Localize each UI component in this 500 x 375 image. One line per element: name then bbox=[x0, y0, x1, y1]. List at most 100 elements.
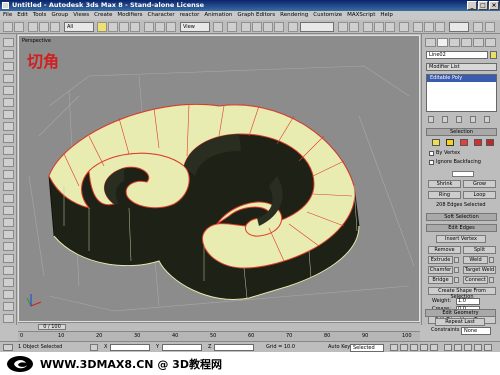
tool-icon-10[interactable] bbox=[3, 146, 14, 155]
configure-modifier-sets-icon[interactable] bbox=[484, 116, 490, 123]
app-icon[interactable] bbox=[2, 2, 9, 9]
select-object-icon[interactable] bbox=[97, 22, 107, 32]
connect-settings-icon[interactable] bbox=[489, 277, 494, 283]
curve-editor-icon[interactable] bbox=[374, 22, 384, 32]
tool-icon-6[interactable] bbox=[3, 98, 14, 107]
spinner-snap-icon[interactable] bbox=[274, 22, 284, 32]
element-mode-icon[interactable] bbox=[486, 139, 494, 146]
tool-icon-1[interactable] bbox=[3, 38, 14, 47]
chamfer-settings-icon[interactable] bbox=[454, 267, 459, 273]
tool-icon-2[interactable] bbox=[3, 50, 14, 59]
make-unique-icon[interactable] bbox=[456, 116, 462, 123]
target-weld-button[interactable]: Target Weld bbox=[463, 266, 496, 274]
tool-icon-19[interactable] bbox=[3, 254, 14, 263]
play-icon[interactable] bbox=[410, 344, 418, 351]
snaps-toggle-icon[interactable] bbox=[241, 22, 251, 32]
mirror-icon[interactable] bbox=[338, 22, 348, 32]
weld-settings-icon[interactable] bbox=[489, 257, 494, 263]
menu-views[interactable]: Views bbox=[73, 11, 89, 20]
next-frame-icon[interactable] bbox=[420, 344, 428, 351]
utilities-tab-icon[interactable] bbox=[485, 38, 496, 47]
menu-reactor[interactable]: reactor bbox=[180, 11, 200, 20]
go-to-start-icon[interactable] bbox=[390, 344, 398, 351]
tool-icon-11[interactable] bbox=[3, 158, 14, 167]
angle-snap-icon[interactable] bbox=[252, 22, 262, 32]
go-to-end-icon[interactable] bbox=[430, 344, 438, 351]
minimize-button[interactable]: _ bbox=[467, 1, 477, 10]
select-link-icon[interactable] bbox=[28, 22, 38, 32]
tool-icon-17[interactable] bbox=[3, 230, 14, 239]
tool-icon-4[interactable] bbox=[3, 74, 14, 83]
chamfered-spiral-model[interactable] bbox=[48, 103, 360, 300]
move-icon[interactable] bbox=[144, 22, 154, 32]
time-slider-thumb[interactable]: 0 / 100 bbox=[38, 324, 66, 330]
weld-button[interactable]: Weld bbox=[463, 256, 488, 264]
select-by-name-icon[interactable] bbox=[108, 22, 118, 32]
bridge-button[interactable]: Bridge bbox=[428, 276, 453, 284]
redo-icon[interactable] bbox=[14, 22, 24, 32]
polygon-mode-icon[interactable] bbox=[474, 139, 482, 146]
selection-rollout-header[interactable]: Selection bbox=[426, 128, 497, 136]
modify-tab-icon[interactable] bbox=[437, 38, 448, 47]
menu-modifiers[interactable]: Modifiers bbox=[117, 11, 142, 20]
tool-icon-5[interactable] bbox=[3, 86, 14, 95]
prev-frame-icon[interactable] bbox=[400, 344, 408, 351]
x-coord-field[interactable] bbox=[110, 344, 150, 351]
tool-icon-16[interactable] bbox=[3, 218, 14, 227]
named-selection-icon[interactable] bbox=[288, 22, 298, 32]
menu-animation[interactable]: Animation bbox=[204, 11, 232, 20]
material-editor-icon[interactable] bbox=[399, 22, 409, 32]
by-angle-spinner[interactable] bbox=[452, 171, 474, 177]
tool-icon-18[interactable] bbox=[3, 242, 14, 251]
weight-spinner[interactable]: 1.0 bbox=[456, 298, 480, 305]
object-name-field[interactable]: Line02 bbox=[426, 51, 488, 59]
display-tab-icon[interactable] bbox=[473, 38, 484, 47]
pivot-center-icon[interactable] bbox=[213, 22, 223, 32]
grow-button[interactable]: Grow bbox=[463, 180, 496, 188]
chamfer-button[interactable]: Chamfer bbox=[428, 266, 453, 274]
ignore-backfacing-checkbox[interactable] bbox=[429, 160, 434, 165]
vertex-mode-icon[interactable] bbox=[432, 139, 440, 146]
time-slider[interactable]: 0 / 100 bbox=[18, 322, 420, 331]
render-type-dropdown[interactable] bbox=[449, 22, 469, 32]
pin-stack-icon[interactable] bbox=[428, 116, 434, 123]
menu-create[interactable]: Create bbox=[94, 11, 112, 20]
zoom-all-icon[interactable] bbox=[454, 344, 462, 351]
window-crossing-icon[interactable] bbox=[130, 22, 140, 32]
extrude-settings-icon[interactable] bbox=[454, 257, 459, 263]
tool-icon-22[interactable] bbox=[3, 290, 14, 299]
bridge-settings-icon[interactable] bbox=[454, 277, 459, 283]
active-shade-icon[interactable] bbox=[485, 22, 495, 32]
y-coord-field[interactable] bbox=[162, 344, 202, 351]
tool-icon-20[interactable] bbox=[3, 266, 14, 275]
menu-customize[interactable]: Customize bbox=[313, 11, 342, 20]
menu-character[interactable]: Character bbox=[148, 11, 175, 20]
repeat-last-button[interactable]: Repeat Last bbox=[435, 318, 485, 326]
render-frame-icon[interactable] bbox=[424, 22, 434, 32]
render-last-icon[interactable] bbox=[473, 22, 483, 32]
hierarchy-tab-icon[interactable] bbox=[449, 38, 460, 47]
tool-icon-8[interactable] bbox=[3, 122, 14, 131]
undo-icon[interactable] bbox=[3, 22, 13, 32]
lock-selection-icon[interactable] bbox=[90, 344, 98, 351]
z-coord-field[interactable] bbox=[214, 344, 254, 351]
edge-mode-icon[interactable] bbox=[446, 139, 454, 146]
menu-group[interactable]: Group bbox=[51, 11, 68, 20]
loop-button[interactable]: Loop bbox=[463, 191, 496, 199]
tool-icon-21[interactable] bbox=[3, 278, 14, 287]
create-tab-icon[interactable] bbox=[425, 38, 436, 47]
border-mode-icon[interactable] bbox=[460, 139, 468, 146]
maxscript-listener-icon[interactable] bbox=[3, 344, 13, 351]
quick-render-icon[interactable] bbox=[435, 22, 445, 32]
orbit-icon[interactable] bbox=[484, 344, 492, 351]
pan-icon[interactable] bbox=[474, 344, 482, 351]
reference-coord-dropdown[interactable]: View bbox=[180, 22, 210, 32]
unlink-icon[interactable] bbox=[39, 22, 49, 32]
split-button[interactable]: Split bbox=[463, 246, 496, 254]
menu-file[interactable]: File bbox=[3, 11, 12, 20]
zoom-extents-icon[interactable] bbox=[464, 344, 472, 351]
modifier-list-dropdown[interactable]: Modifier List bbox=[426, 63, 497, 71]
tool-icon-12[interactable] bbox=[3, 170, 14, 179]
ring-button[interactable]: Ring bbox=[428, 191, 461, 199]
render-setup-icon[interactable] bbox=[413, 22, 423, 32]
